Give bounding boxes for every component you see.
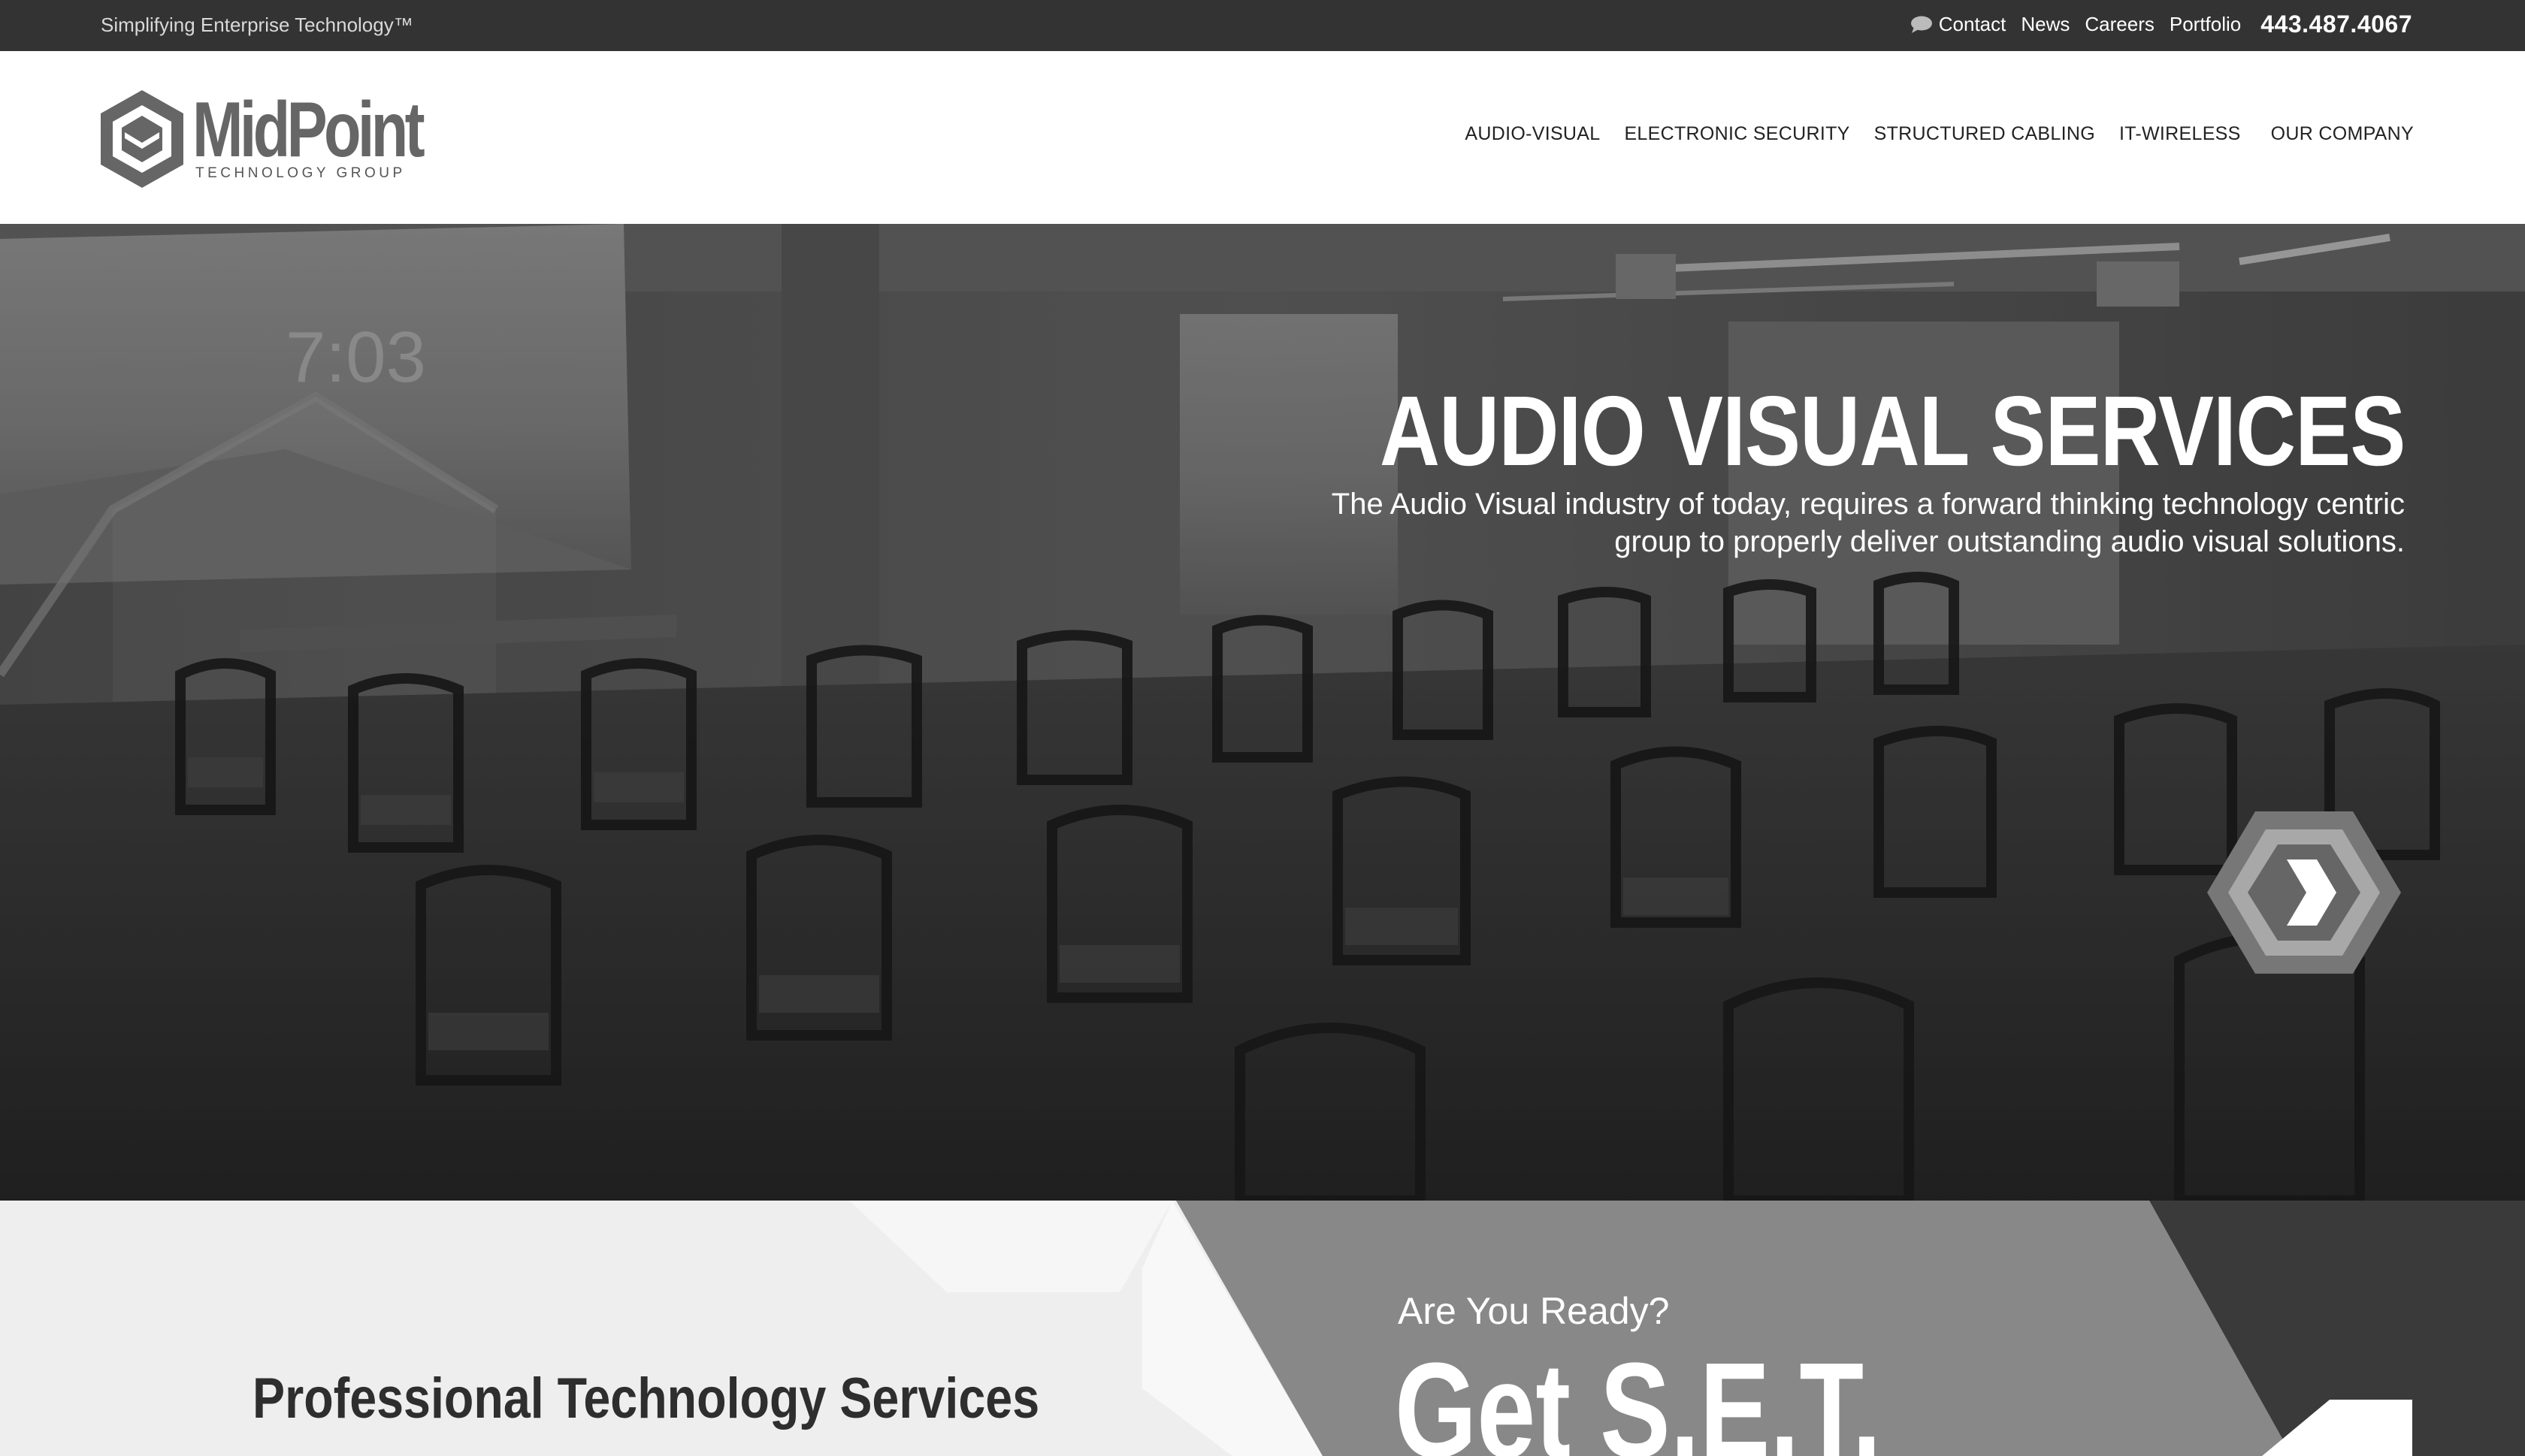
site-header: MidPoint TECHNOLOGY GROUP AUDIO-VISUAL E… [0, 51, 2525, 224]
main-navigation: AUDIO-VISUAL ELECTRONIC SECURITY STRUCTU… [1465, 123, 2414, 145]
logo-name: MidPoint [192, 86, 425, 174]
logo-text: MidPoint TECHNOLOGY GROUP [192, 86, 486, 182]
tagline: Simplifying Enterprise Technology™ [101, 14, 413, 36]
hero-description: The Audio Visual industry of today, requ… [1331, 488, 2405, 558]
news-link[interactable]: News [2021, 13, 2070, 36]
top-utility-bar: Simplifying Enterprise Technology™ Conta… [0, 0, 2525, 51]
careers-link[interactable]: Careers [2085, 13, 2154, 36]
services-heading: Professional Technology Services [252, 1367, 1040, 1430]
next-slide-arrow-icon[interactable] [2206, 810, 2403, 975]
hero-background-image: 7:03 [0, 224, 2525, 1201]
phone-number[interactable]: 443.487.4067 [2260, 11, 2412, 38]
nav-it-wireless[interactable]: IT-WIRELESS [2119, 123, 2241, 145]
logo-hexagon-icon [101, 90, 183, 188]
nav-our-company[interactable]: OUR COMPANY [2271, 123, 2414, 145]
cta-question: Are You Ready? [1398, 1290, 1670, 1332]
services-section: Professional Technology Services Are You… [0, 1201, 2525, 1456]
contact-label: Contact [1938, 13, 2006, 35]
nav-electronic-security[interactable]: ELECTRONIC SECURITY [1624, 123, 1849, 145]
cta-headline[interactable]: Get S.E.T. [1395, 1343, 1882, 1456]
nav-structured-cabling[interactable]: STRUCTURED CABLING [1874, 123, 2095, 145]
contact-link[interactable]: Contact [1910, 13, 2006, 36]
nav-audio-visual[interactable]: AUDIO-VISUAL [1465, 123, 1600, 145]
utility-links: Contact News Careers Portfolio 443.487.4… [1910, 11, 2412, 38]
portfolio-link[interactable]: Portfolio [2170, 13, 2241, 36]
logo[interactable]: MidPoint TECHNOLOGY GROUP [98, 89, 486, 189]
chat-bubble-icon [1910, 16, 1933, 34]
hero-slider: 7:03 AUDIO VISUAL SERVICES The Audio Vis… [0, 224, 2525, 1201]
hero-title: AUDIO VISUAL SERVICES [1379, 376, 2405, 486]
